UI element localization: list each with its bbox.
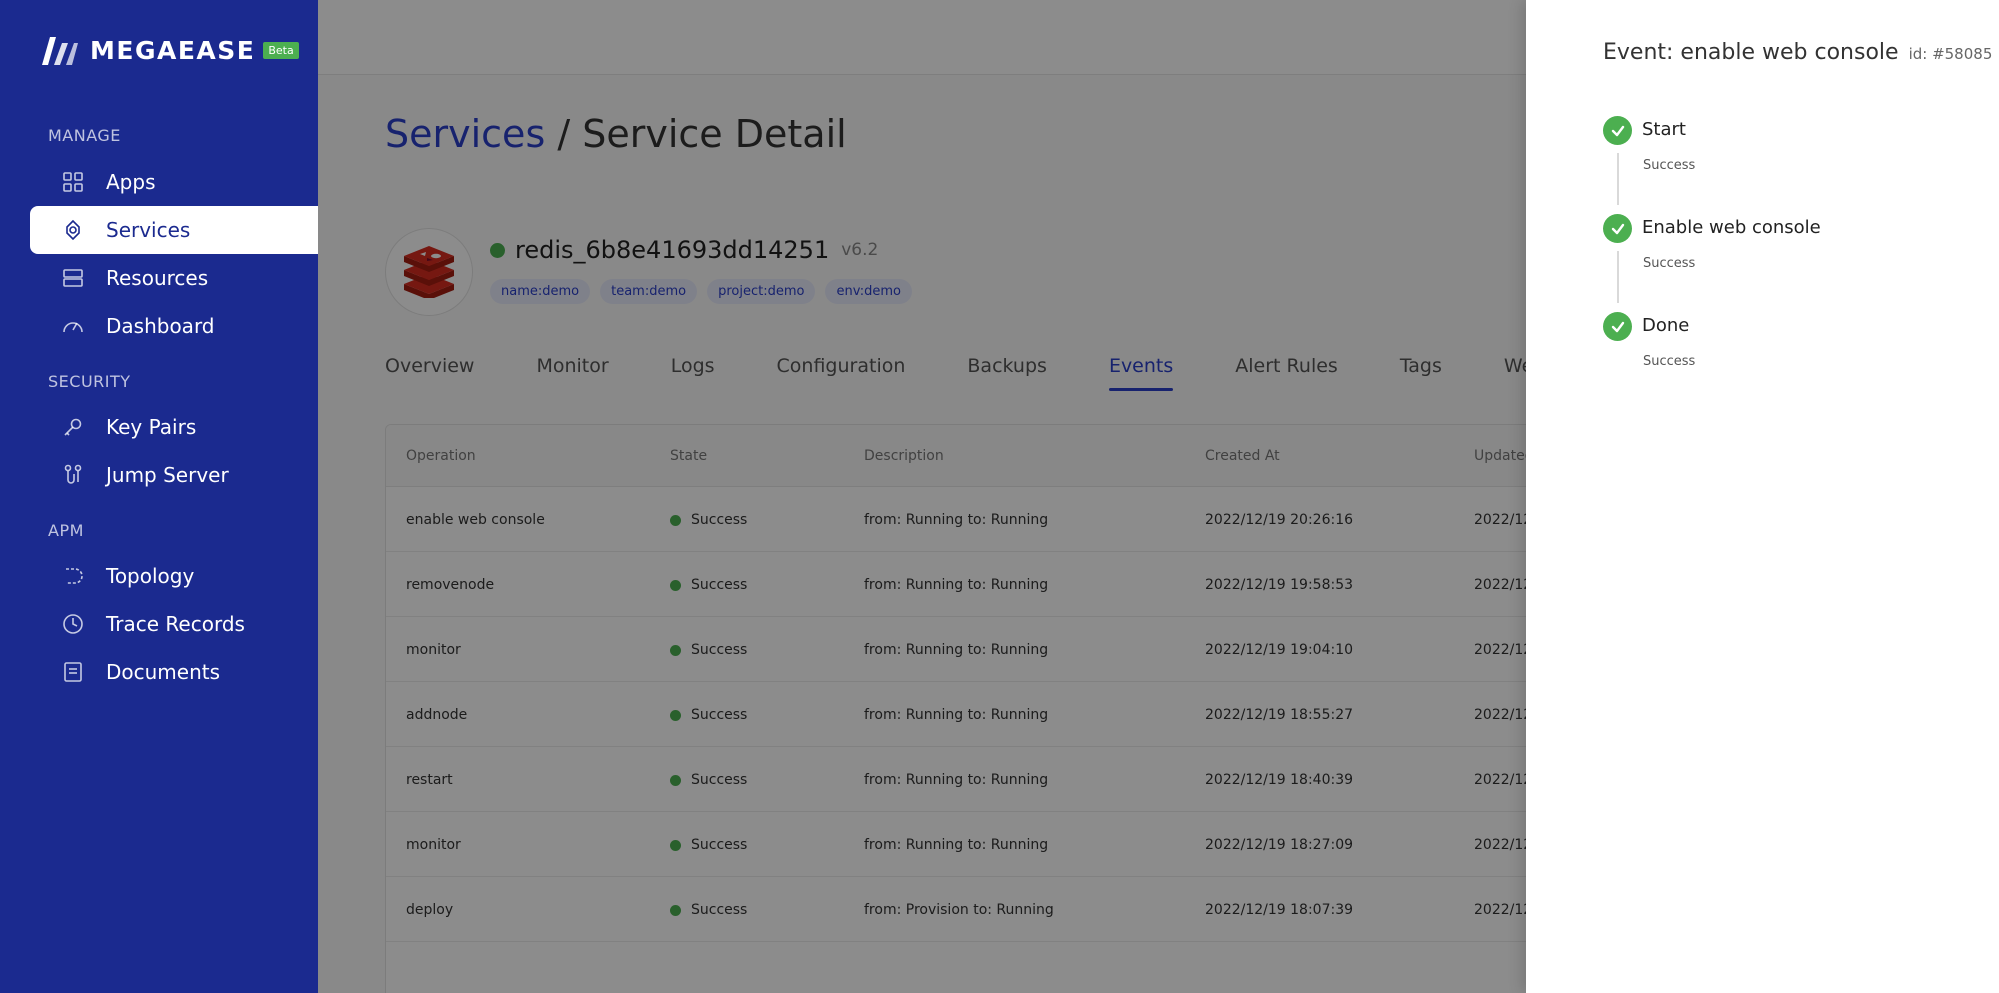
sidebar-item-label: Documents — [106, 660, 221, 684]
step-status: Success — [1643, 256, 1696, 271]
sidebar-item-label: Topology — [106, 564, 195, 588]
step-status: Success — [1643, 354, 1696, 369]
step-label: Done — [1642, 315, 1690, 336]
beta-badge: Beta — [263, 42, 299, 59]
step-status: Success — [1643, 158, 1696, 173]
sidebar-item-topology[interactable]: Topology — [30, 552, 318, 600]
step-label: Start — [1642, 119, 1686, 140]
event-detail-drawer: Event: enable web console id: #58085 Sta… — [1526, 0, 1999, 993]
step-connector — [1617, 153, 1619, 205]
sidebar-item-label: Dashboard — [106, 314, 215, 338]
sidebar-item-resources[interactable]: Resources — [30, 254, 318, 302]
sidebar-item-key-pairs[interactable]: Key Pairs — [30, 403, 318, 451]
sidebar-item-documents[interactable]: Documents — [30, 648, 318, 696]
logo[interactable]: MEGAEASE Beta — [42, 36, 299, 65]
sidebar-item-label: Trace Records — [106, 612, 245, 636]
sidebar-item-label: Jump Server — [106, 463, 229, 487]
sidebar-item-label: Apps — [106, 170, 156, 194]
check-circle-icon — [1603, 214, 1632, 243]
jump-server-icon — [62, 464, 84, 486]
megaease-logo-icon — [42, 36, 78, 65]
section-label-manage: MANAGE — [48, 126, 121, 145]
sidebar-item-trace-records[interactable]: Trace Records — [30, 600, 318, 648]
sidebar-item-dashboard[interactable]: Dashboard — [30, 302, 318, 350]
check-circle-icon — [1603, 312, 1632, 341]
brand-name: MEGAEASE — [90, 36, 256, 65]
services-icon — [62, 219, 84, 241]
sidebar-item-services[interactable]: Services — [30, 206, 318, 254]
sidebar-item-jump-server[interactable]: Jump Server — [30, 451, 318, 499]
drawer-header: Event: enable web console id: #58085 — [1603, 40, 1992, 65]
apps-icon — [62, 171, 84, 193]
step-connector — [1617, 251, 1619, 303]
drawer-title: Event: enable web console — [1603, 40, 1899, 65]
section-label-security: SECURITY — [48, 372, 131, 391]
resources-icon — [62, 267, 84, 289]
sidebar-item-label: Services — [106, 218, 191, 242]
sidebar-item-apps[interactable]: Apps — [30, 158, 318, 206]
key-icon — [62, 416, 84, 438]
topology-icon — [62, 565, 84, 587]
clock-icon — [62, 613, 84, 635]
dashboard-icon — [62, 315, 84, 337]
document-icon — [62, 661, 84, 683]
section-label-apm: APM — [48, 521, 84, 540]
sidebar-item-label: Resources — [106, 266, 209, 290]
step-label: Enable web console — [1642, 217, 1821, 238]
event-id: id: #58085 — [1908, 45, 1993, 63]
sidebar: MEGAEASE Beta MANAGE Apps Services Resou… — [0, 0, 318, 993]
check-circle-icon — [1603, 116, 1632, 145]
sidebar-item-label: Key Pairs — [106, 415, 197, 439]
